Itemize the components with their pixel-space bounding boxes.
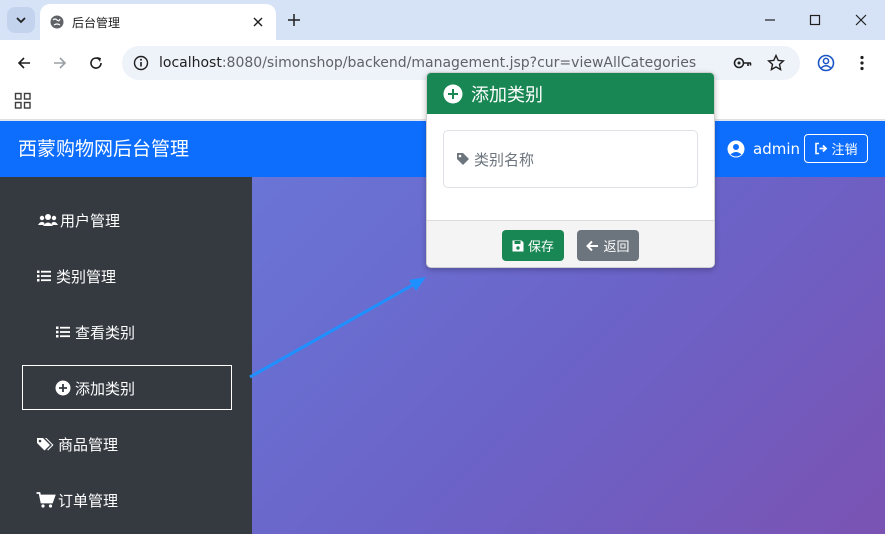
current-user: admin [727, 138, 800, 160]
sidebar-item-products[interactable]: 商品管理 [36, 432, 118, 456]
save-button[interactable]: 保存 [502, 230, 564, 261]
user-circle-icon [727, 140, 745, 158]
star-icon[interactable] [766, 53, 786, 73]
plus-circle-icon [443, 84, 463, 103]
maximize-icon[interactable] [805, 10, 825, 30]
browser-tab[interactable]: 后台管理 [40, 4, 276, 40]
sidebar-item-view-categories[interactable]: 查看类别 [53, 320, 135, 344]
tab-strip: 后台管理 [0, 0, 885, 40]
url-path: :8080/simonshop/backend/management.jsp?c… [221, 55, 697, 71]
brand-title[interactable]: 西蒙购物网后台管理 [18, 121, 189, 177]
url-host: localhost [159, 55, 222, 71]
tab-search-button[interactable] [7, 7, 35, 33]
tag-icon [457, 153, 469, 165]
sidebar-item-categories[interactable]: 类别管理 [34, 264, 116, 288]
chevron-down-icon [16, 17, 26, 24]
logout-label: 注销 [831, 143, 858, 158]
back-button[interactable]: 返回 [577, 230, 639, 261]
card-header: 添加类别 [427, 73, 714, 114]
add-category-card: 添加类别 类别名称 保存 返回 [426, 72, 715, 268]
sidebar-item-label: 用户管理 [60, 211, 121, 230]
username: admin [753, 140, 800, 158]
back-arrow-icon[interactable] [13, 52, 35, 74]
close-tab-icon[interactable] [250, 14, 266, 30]
save-label: 保存 [527, 240, 554, 255]
arrow-left-icon [586, 240, 599, 251]
cart-icon [36, 491, 56, 509]
sign-out-icon [815, 142, 828, 155]
floppy-disk-icon [512, 240, 524, 251]
category-name-placeholder: 类别名称 [474, 150, 535, 169]
close-window-icon[interactable] [851, 10, 871, 30]
list-icon [34, 267, 54, 285]
card-title: 添加类别 [471, 84, 543, 106]
sidebar-item-label: 类别管理 [56, 267, 117, 286]
forward-arrow-icon[interactable] [49, 52, 71, 74]
category-name-input[interactable]: 类别名称 [443, 130, 698, 188]
new-tab-icon[interactable] [284, 10, 304, 30]
sidebar: 用户管理 类别管理 查看类别 添加类别 商品管理 订单管理 [0, 177, 252, 534]
profile-icon[interactable] [815, 52, 837, 74]
menu-kebab-icon[interactable] [851, 52, 873, 74]
sidebar-item-label: 添加类别 [75, 379, 136, 398]
sidebar-item-orders[interactable]: 订单管理 [36, 488, 118, 512]
users-icon [38, 211, 58, 229]
plus-circle-icon [53, 379, 73, 397]
sidebar-item-label: 订单管理 [58, 491, 119, 510]
key-icon[interactable] [733, 53, 753, 73]
tags-icon [36, 435, 56, 453]
apps-grid-icon[interactable] [14, 92, 32, 110]
card-footer: 保存 返回 [427, 220, 714, 267]
back-label: 返回 [603, 240, 630, 255]
sidebar-item-add-category[interactable]: 添加类别 [53, 376, 135, 400]
sidebar-item-label: 商品管理 [58, 435, 119, 454]
minimize-icon[interactable] [760, 10, 780, 30]
tab-title: 后台管理 [72, 15, 121, 30]
sidebar-item-label: 查看类别 [75, 323, 136, 342]
globe-icon [50, 15, 64, 29]
logout-button[interactable]: 注销 [804, 134, 868, 163]
list-icon [53, 323, 73, 341]
site-info-icon[interactable] [130, 52, 152, 74]
sidebar-item-users[interactable]: 用户管理 [38, 208, 120, 232]
reload-icon[interactable] [85, 52, 107, 74]
